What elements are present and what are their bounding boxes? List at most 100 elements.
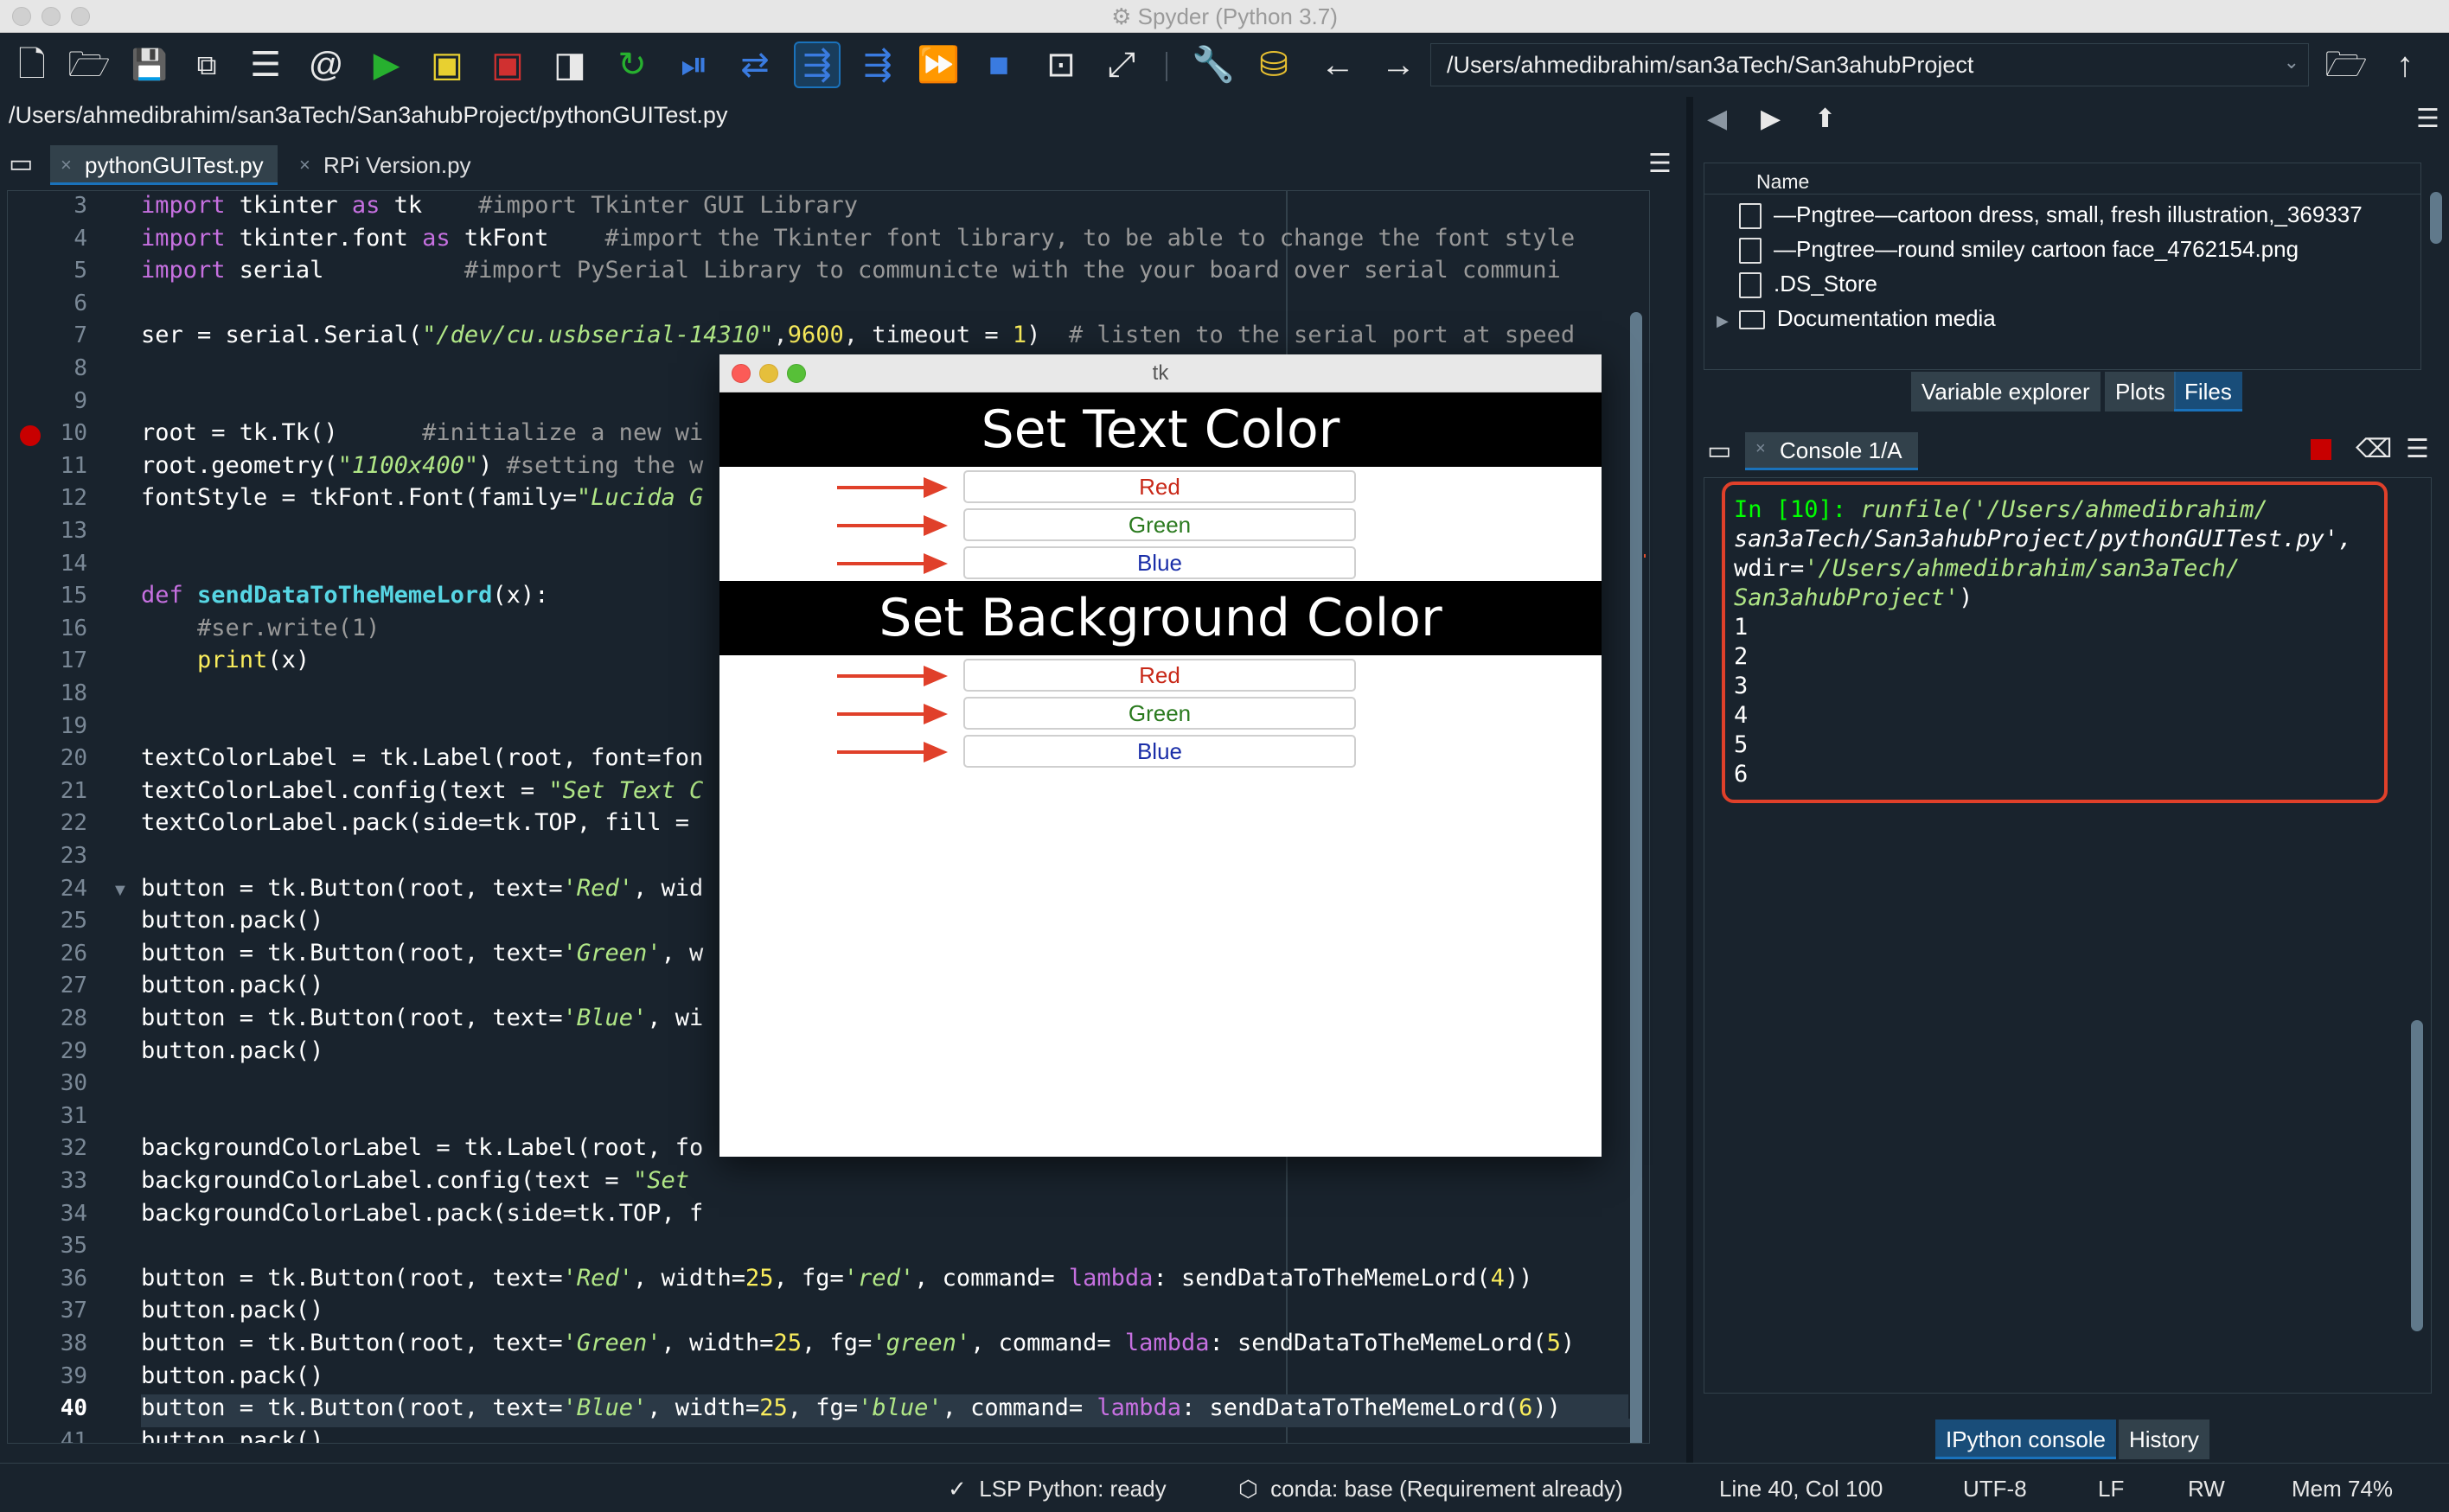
clear-console-icon[interactable]: ⌫ bbox=[2356, 434, 2392, 464]
file-item[interactable]: —Pngtree—cartoon dress, small, fresh ill… bbox=[1739, 201, 2363, 236]
code-line[interactable]: button.pack() bbox=[141, 1427, 1637, 1443]
lsp-status-text: LSP Python: ready bbox=[979, 1476, 1167, 1502]
tab-ipython-console[interactable]: IPython console bbox=[1935, 1419, 2117, 1459]
save-icon[interactable]: 💾 bbox=[126, 41, 173, 88]
set-text-color-label: Set Text Color bbox=[719, 392, 1602, 467]
fullscreen-icon[interactable]: ⤢ bbox=[1098, 41, 1145, 88]
text-green-button[interactable]: Green bbox=[963, 508, 1356, 541]
code-line[interactable] bbox=[141, 290, 1637, 322]
parent-dir-icon[interactable]: ⬆ bbox=[1814, 104, 1836, 134]
set-background-color-label: Set Background Color bbox=[719, 581, 1602, 655]
cursor-position: Line 40, Col 100 bbox=[1719, 1476, 1883, 1502]
code-line[interactable]: import tkinter.font as tkFont #import th… bbox=[141, 225, 1637, 258]
code-line[interactable]: import serial #import PySerial Library t… bbox=[141, 257, 1637, 290]
code-line[interactable]: import tkinter as tk #import Tkinter GUI… bbox=[141, 192, 1637, 225]
run-selection-icon[interactable]: ◨ bbox=[547, 41, 593, 88]
folder-item[interactable]: ▶ Documentation media bbox=[1717, 305, 1996, 340]
editor-vertical-scrollbar[interactable] bbox=[1628, 226, 1644, 1443]
code-line[interactable]: button = tk.Button(root, text='Green', w… bbox=[141, 1330, 1637, 1362]
close-tab-icon[interactable]: × bbox=[1755, 439, 1766, 459]
editor-file-path: /Users/ahmedibrahim/san3aTech/San3ahubPr… bbox=[9, 102, 728, 128]
forward-icon[interactable]: ▶ bbox=[1761, 104, 1781, 134]
ipython-console[interactable]: In [10]: runfile('/Users/ahmedibrahim/ s… bbox=[1704, 477, 2432, 1394]
stop-debug-icon[interactable]: ■ bbox=[975, 41, 1022, 88]
step-into-icon[interactable]: ⇶ bbox=[794, 41, 841, 88]
console-tabbar: ▭ × Console 1/A ⌫ ☰ bbox=[1693, 432, 2449, 470]
tab-console-1a[interactable]: × Console 1/A bbox=[1745, 432, 1918, 470]
working-directory-combo[interactable]: /Users/ahmedibrahim/san3aTech/San3ahubPr… bbox=[1430, 43, 2309, 86]
bg-red-button[interactable]: Red bbox=[963, 659, 1356, 692]
tab-pythonguitest[interactable]: × pythonGUITest.py bbox=[50, 145, 278, 185]
file-tree[interactable]: Name —Pngtree—cartoon dress, small, fres… bbox=[1704, 163, 2421, 370]
options-menu-icon[interactable]: ☰ bbox=[2406, 434, 2429, 464]
file-icon bbox=[1739, 272, 1762, 299]
continue-icon[interactable]: ⏩ bbox=[915, 41, 962, 88]
code-line[interactable]: button = tk.Button(root, text='Blue', wi… bbox=[141, 1394, 1637, 1427]
annotation-arrow bbox=[837, 515, 950, 536]
step-icon[interactable]: ⇄ bbox=[732, 41, 778, 88]
options-menu-icon[interactable]: ☰ bbox=[1648, 149, 1672, 179]
tab-rpi-version[interactable]: × RPi Version.py bbox=[289, 145, 485, 185]
preferences-icon[interactable]: 🔧 bbox=[1190, 41, 1237, 88]
at-icon[interactable]: @ bbox=[303, 41, 349, 88]
file-name: .DS_Store bbox=[1774, 271, 1877, 297]
step-return-icon[interactable]: ⇶ bbox=[854, 41, 901, 88]
line-number: 28 bbox=[60, 1005, 87, 1031]
tab-plots[interactable]: Plots bbox=[2105, 372, 2176, 411]
code-line[interactable]: button.pack() bbox=[141, 1362, 1637, 1395]
open-file-icon[interactable]: 🗁 bbox=[66, 41, 112, 88]
stop-kernel-icon[interactable] bbox=[2311, 439, 2331, 460]
console-command: wdir='/Users/ahmedibrahim/san3aTech/ bbox=[1734, 555, 2241, 582]
file-item[interactable]: —Pngtree—round smiley cartoon face_47621… bbox=[1739, 236, 2299, 271]
image-file-icon bbox=[1739, 238, 1762, 265]
file-item[interactable]: .DS_Store bbox=[1739, 271, 1877, 305]
new-file-icon[interactable]: 🗋 bbox=[9, 41, 55, 88]
run-cell-icon[interactable]: ▣ bbox=[424, 41, 470, 88]
browse-folder-icon[interactable]: 🗁 bbox=[2323, 41, 2369, 88]
line-number: 32 bbox=[60, 1135, 87, 1162]
console-output-line: 4 bbox=[1734, 702, 1749, 729]
back-icon[interactable]: ◀ bbox=[1707, 104, 1727, 134]
run-cell-advance-icon[interactable]: ▣ bbox=[484, 41, 531, 88]
expand-arrow-icon[interactable]: ▶ bbox=[1717, 312, 1729, 329]
close-tab-icon[interactable]: × bbox=[299, 154, 310, 176]
chevron-down-icon[interactable]: ⌄ bbox=[2284, 51, 2299, 73]
tab-variable-explorer[interactable]: Variable explorer bbox=[1911, 372, 2101, 411]
name-column-header[interactable]: Name bbox=[1704, 163, 2420, 195]
line-number: 36 bbox=[60, 1265, 87, 1292]
bg-green-button[interactable]: Green bbox=[963, 697, 1356, 730]
breakpoint-marker[interactable] bbox=[20, 425, 41, 447]
tab-files[interactable]: Files bbox=[2174, 372, 2242, 411]
up-dir-icon[interactable]: ↑ bbox=[2382, 41, 2428, 88]
python-path-icon[interactable]: ⛁ bbox=[1250, 41, 1297, 88]
bg-blue-button[interactable]: Blue bbox=[963, 735, 1356, 768]
debug-icon[interactable]: ⏯ bbox=[671, 41, 718, 88]
back-icon[interactable]: ← bbox=[1314, 41, 1361, 88]
close-tab-icon[interactable]: × bbox=[61, 154, 72, 176]
window-title: ⚙ Spyder (Python 3.7) bbox=[1111, 3, 1338, 29]
save-all-icon[interactable]: ⧉ bbox=[183, 41, 230, 88]
code-line[interactable]: ser = serial.Serial("/dev/cu.usbserial-1… bbox=[141, 322, 1637, 354]
browse-tabs-icon[interactable]: ▭ bbox=[9, 149, 33, 179]
pane-splitter[interactable] bbox=[1686, 97, 1693, 1463]
code-line[interactable]: backgroundColorLabel.config(text = "Set bbox=[141, 1167, 1637, 1200]
code-line[interactable]: button.pack() bbox=[141, 1297, 1637, 1330]
line-number: 34 bbox=[60, 1200, 87, 1227]
text-red-button[interactable]: Red bbox=[963, 470, 1356, 503]
eol-status: LF bbox=[2098, 1476, 2125, 1502]
outline-icon[interactable]: ☰ bbox=[242, 41, 289, 88]
rerun-icon[interactable]: ↻ bbox=[609, 41, 655, 88]
options-menu-icon[interactable]: ☰ bbox=[2416, 104, 2439, 134]
text-blue-button[interactable]: Blue bbox=[963, 546, 1356, 579]
forward-icon[interactable]: → bbox=[1375, 41, 1422, 88]
maximize-pane-icon[interactable]: ⊡ bbox=[1038, 41, 1084, 88]
folder-icon bbox=[1738, 310, 1765, 330]
browse-tabs-icon[interactable]: ▭ bbox=[1707, 436, 1731, 466]
code-line[interactable]: button = tk.Button(root, text='Red', wid… bbox=[141, 1265, 1637, 1298]
fold-chevron-icon[interactable]: ▼ bbox=[112, 881, 129, 901]
code-line[interactable] bbox=[141, 1232, 1637, 1265]
code-line[interactable]: backgroundColorLabel.pack(side=tk.TOP, f bbox=[141, 1200, 1637, 1233]
line-number: 15 bbox=[60, 583, 87, 609]
run-icon[interactable]: ▶ bbox=[363, 41, 410, 88]
tab-history[interactable]: History bbox=[2119, 1419, 2209, 1459]
